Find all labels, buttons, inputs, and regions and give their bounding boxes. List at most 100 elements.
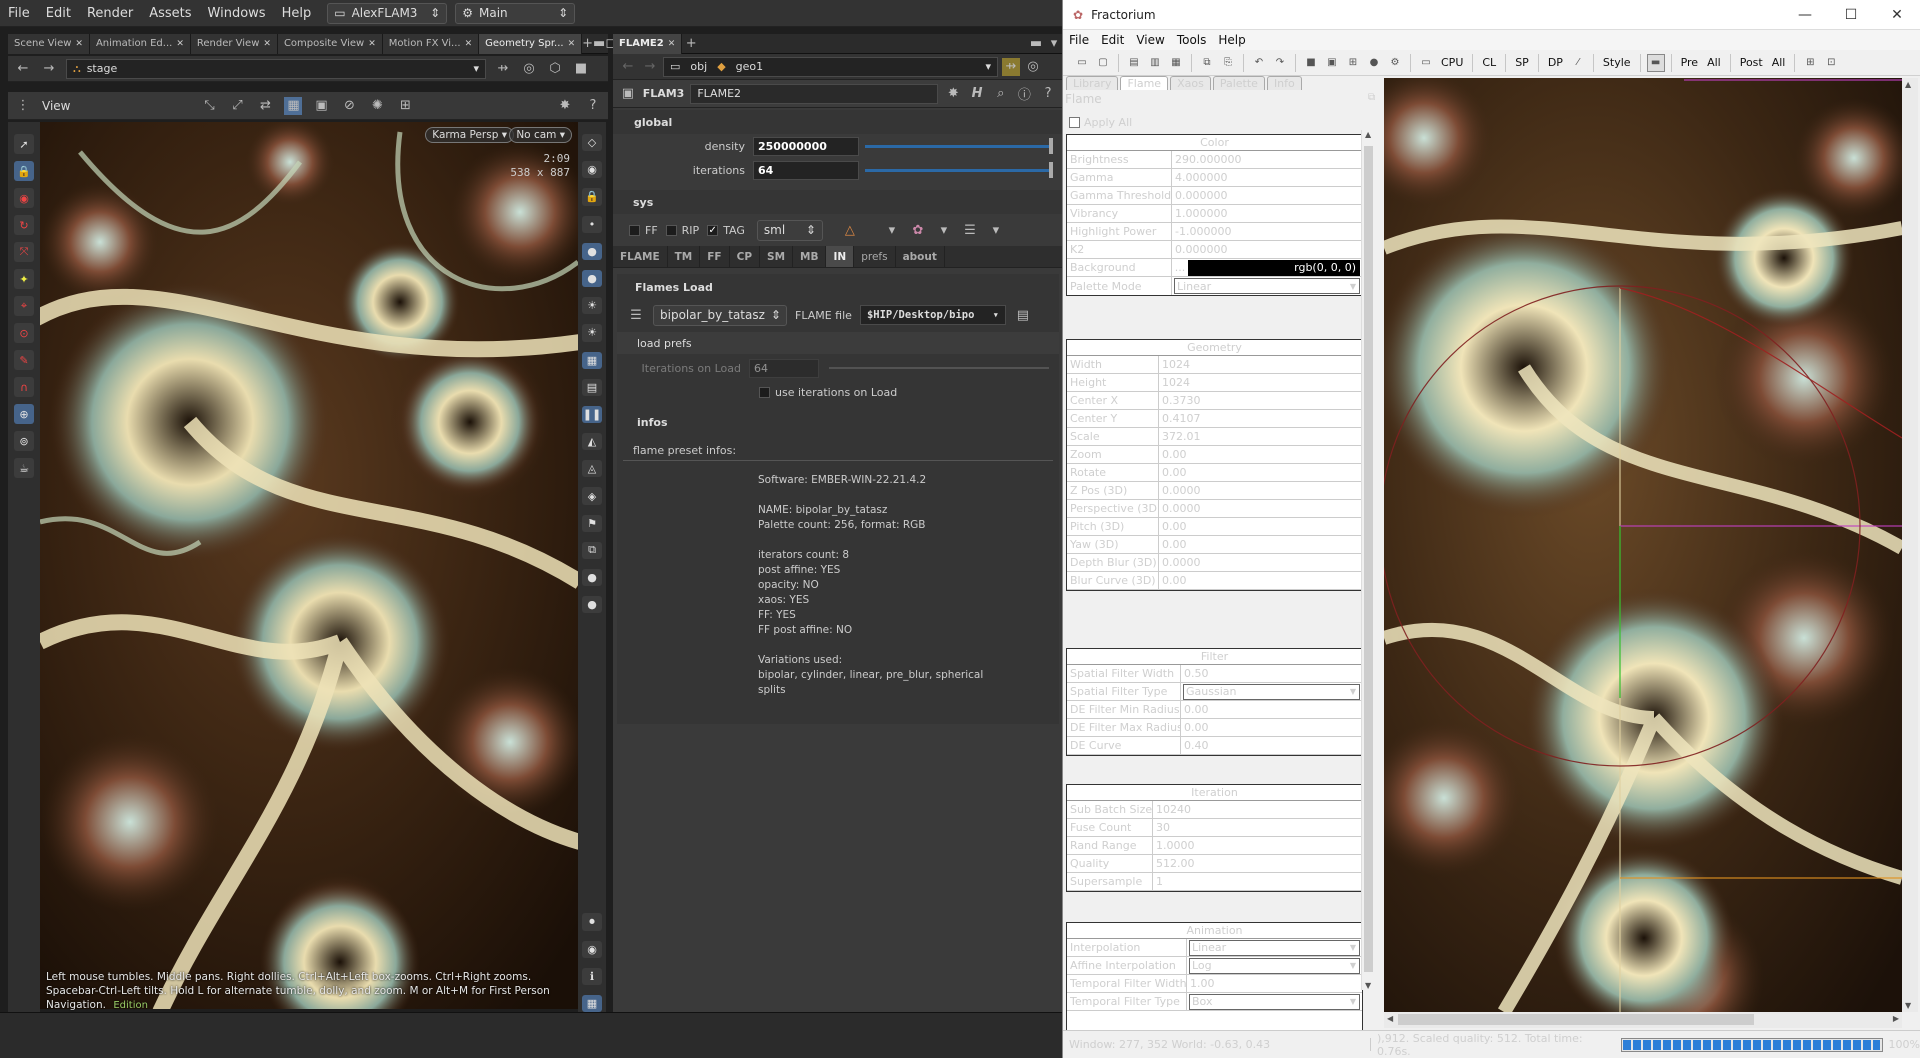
- pause-icon[interactable]: ❚❚: [582, 405, 602, 424]
- workspace-dropdown[interactable]: ⚙ Main ⇕: [455, 2, 576, 24]
- transform-icon[interactable]: ⇄: [256, 97, 274, 115]
- lights-icon[interactable]: ✺: [368, 97, 386, 115]
- cl-button[interactable]: CL: [1479, 56, 1499, 69]
- param-value-field[interactable]: 0.4107: [1159, 410, 1362, 427]
- tab-motion-fx[interactable]: Motion FX Vi... ✕: [382, 33, 480, 54]
- param-value-field[interactable]: 0.0000: [1159, 554, 1362, 571]
- param-value-field[interactable]: 1024: [1159, 374, 1362, 391]
- screen-icon[interactable]: ▭: [1417, 54, 1435, 72]
- menu-render[interactable]: Render: [79, 6, 141, 21]
- snap-icon[interactable]: ⊕: [14, 404, 34, 424]
- lasso-icon[interactable]: ⊙: [14, 323, 34, 343]
- param-value-field[interactable]: 1024: [1159, 356, 1362, 373]
- camera-tool-icon[interactable]: ⊚: [14, 431, 34, 451]
- save-xml-icon[interactable]: ▦: [1167, 54, 1185, 72]
- open-icon[interactable]: ▢: [1094, 54, 1112, 72]
- lock-view-icon[interactable]: 🔒: [582, 188, 602, 206]
- stack-icon[interactable]: ☰: [627, 306, 645, 324]
- handle-icon[interactable]: ⤢: [228, 97, 246, 115]
- tab-flame2[interactable]: FLAME2 ✕: [613, 33, 683, 54]
- tab-palette[interactable]: Palette: [1212, 76, 1265, 91]
- link-icon[interactable]: ◎: [1024, 58, 1042, 76]
- network-icon[interactable]: ⬡: [546, 60, 564, 78]
- menu-windows[interactable]: Windows: [200, 6, 274, 21]
- rip-toggle[interactable]: RIP: [665, 224, 699, 237]
- param-value-field[interactable]: 1.000000: [1172, 205, 1362, 222]
- dp-button[interactable]: DP: [1545, 56, 1566, 69]
- param-value-field[interactable]: 1.0000: [1153, 837, 1362, 854]
- crop-icon[interactable]: ⊡: [1822, 54, 1840, 72]
- back-icon[interactable]: ←: [619, 58, 637, 76]
- iter-on-load-slider[interactable]: [829, 367, 1049, 369]
- dropdown-icon[interactable]: ▾: [883, 221, 901, 239]
- layout-icon[interactable]: ▤: [582, 378, 602, 396]
- search-icon[interactable]: ⌕: [992, 85, 1010, 103]
- fractorium-render-canvas[interactable]: [1384, 78, 1902, 1012]
- wire-icon[interactable]: ◬: [582, 460, 602, 478]
- wand-icon[interactable]: ⁄: [1569, 54, 1587, 72]
- param-value-field[interactable]: 372.01: [1159, 428, 1362, 445]
- camera-menu[interactable]: Karma Persp ▾: [425, 127, 514, 143]
- tab-animation-editor[interactable]: Animation Ed... ✕: [89, 33, 191, 54]
- eye2-icon[interactable]: ◉: [582, 940, 602, 958]
- tag-toggle[interactable]: ✓ TAG: [707, 224, 745, 237]
- preset-dropdown[interactable]: bipolar_by_tatasz ⇕: [653, 304, 787, 326]
- param-value-field[interactable]: -1.000000: [1172, 223, 1362, 240]
- global-section-header[interactable]: global: [613, 110, 1063, 134]
- stop-icon[interactable]: ■: [1302, 54, 1320, 72]
- tab-composite-view[interactable]: Composite View ✕: [277, 33, 383, 54]
- triangle-icon[interactable]: △: [841, 221, 859, 239]
- infos-header[interactable]: infos: [617, 410, 1059, 434]
- menu-tools[interactable]: Tools: [1171, 33, 1213, 47]
- menu-view[interactable]: View: [1130, 33, 1170, 47]
- settings-icon[interactable]: ✸: [556, 97, 574, 115]
- net-path-field[interactable]: ▭ obj ◆ geo1 ▾: [663, 56, 998, 77]
- ref-icon[interactable]: ⧉: [582, 541, 602, 559]
- load-prefs-header[interactable]: load prefs: [617, 332, 1059, 354]
- tab-xaos[interactable]: Xaos: [1170, 76, 1211, 91]
- dropdown-icon[interactable]: ▾: [1045, 35, 1063, 53]
- add-tab-icon[interactable]: +: [582, 35, 593, 53]
- pin-icon[interactable]: ⇸: [494, 60, 512, 78]
- tab-mb[interactable]: MB: [793, 246, 827, 267]
- layout-grid-icon[interactable]: ▦: [582, 994, 602, 1013]
- interpolation-select[interactable]: Linear ▼: [1189, 939, 1360, 956]
- dot-icon[interactable]: •: [582, 215, 602, 233]
- no-entry-icon[interactable]: ⊘: [340, 97, 358, 115]
- copy-icon[interactable]: ⧉: [1198, 54, 1216, 72]
- ff-toggle[interactable]: FF: [629, 224, 658, 237]
- pre-button[interactable]: Pre: [1678, 56, 1702, 69]
- post-button[interactable]: Post: [1737, 56, 1766, 69]
- dropdown-icon[interactable]: ▾: [935, 221, 953, 239]
- cpu-button[interactable]: CPU: [1438, 56, 1466, 69]
- pane-menu-icon[interactable]: ▬: [593, 35, 605, 53]
- magnet-icon[interactable]: ∩: [14, 377, 34, 397]
- pose-icon[interactable]: ✦: [14, 269, 34, 289]
- param-value-field[interactable]: 290.000000: [1172, 151, 1362, 168]
- sphere-icon[interactable]: ●: [1365, 54, 1383, 72]
- flame-file-field[interactable]: $HIP/Desktop/bipo ▾: [859, 305, 1006, 325]
- scale-icon[interactable]: ⤧: [14, 242, 34, 262]
- save-icon[interactable]: ▤: [1125, 54, 1143, 72]
- param-value-field[interactable]: 0.40: [1181, 737, 1362, 754]
- param-value-field[interactable]: 0.00: [1159, 518, 1362, 535]
- tab-in[interactable]: IN: [826, 246, 855, 267]
- sys-section-header[interactable]: sys: [613, 190, 1063, 214]
- temporal-filter-width-field[interactable]: 1.00: [1187, 975, 1362, 992]
- bg-icon[interactable]: ◈: [582, 487, 602, 505]
- sphere-icon[interactable]: ●: [582, 242, 602, 260]
- light2-icon[interactable]: ☀: [582, 324, 602, 342]
- param-value-field[interactable]: 0.000000: [1172, 241, 1362, 258]
- param-value-field[interactable]: 0.00: [1181, 701, 1362, 718]
- tab-scene-view[interactable]: Scene View ✕: [8, 33, 90, 54]
- flipbook-icon[interactable]: ☕: [14, 458, 34, 478]
- param-value-field[interactable]: 0.000000: [1172, 187, 1362, 204]
- tab-cp[interactable]: CP: [730, 246, 761, 267]
- menu-file[interactable]: File: [0, 6, 38, 21]
- info-icon[interactable]: ℹ: [582, 967, 602, 985]
- iter-on-load-field[interactable]: 64: [749, 358, 819, 378]
- tab-tm[interactable]: TM: [668, 246, 701, 267]
- select-tool-icon[interactable]: ⤡: [200, 97, 218, 115]
- menu-help[interactable]: Help: [274, 6, 320, 21]
- scroll-thumb[interactable]: [1398, 1014, 1754, 1025]
